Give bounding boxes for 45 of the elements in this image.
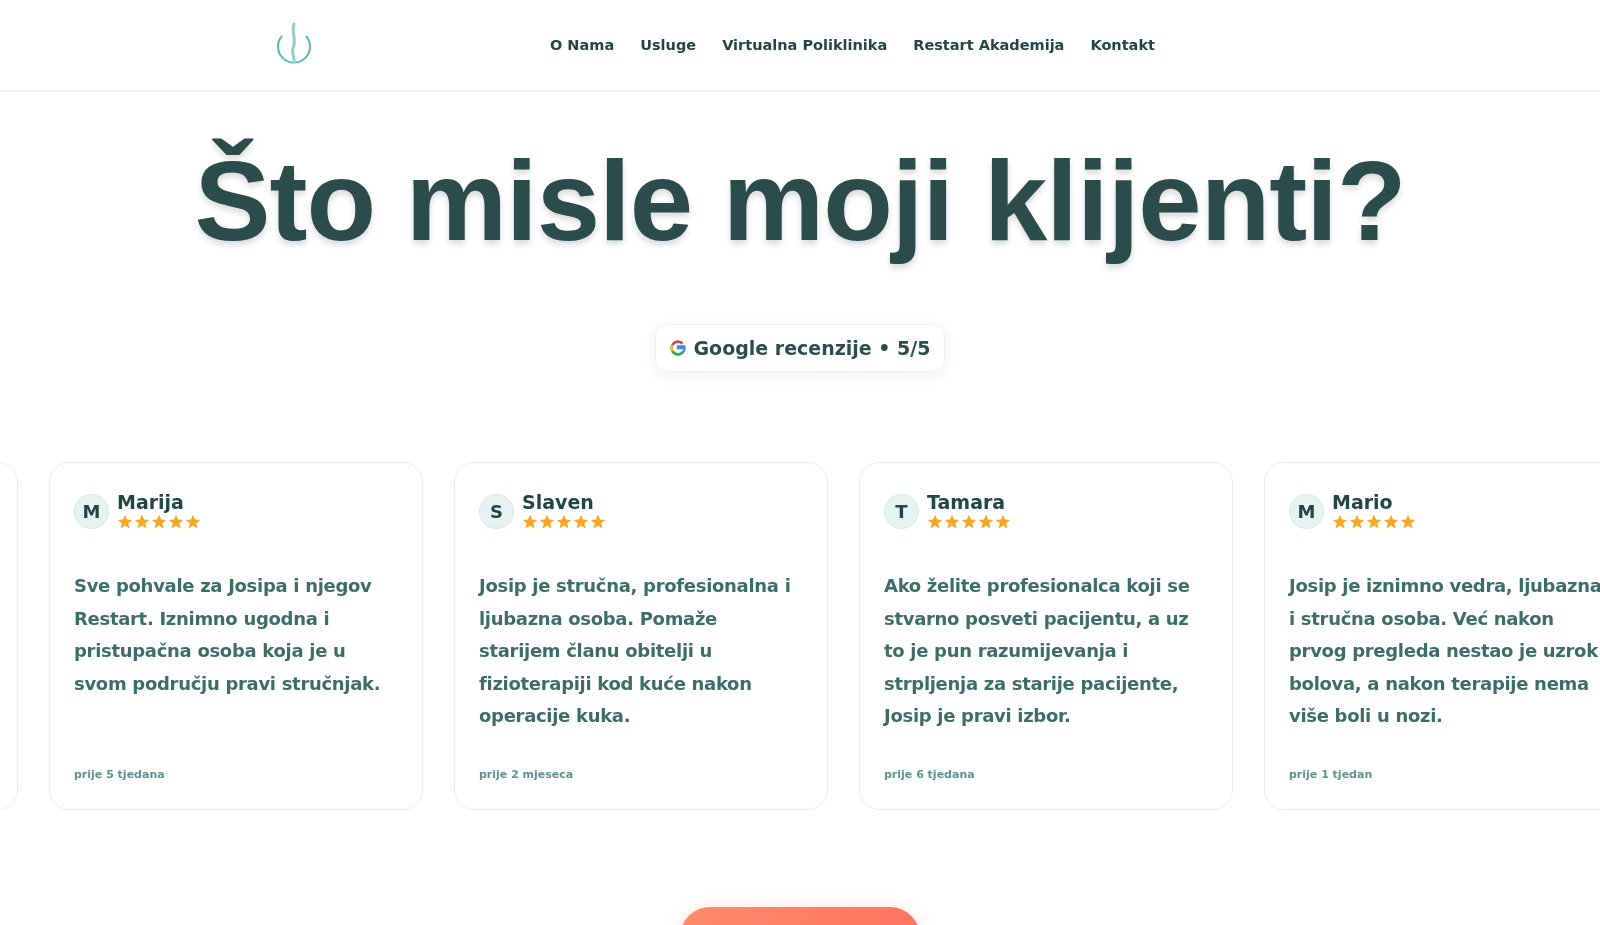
star-icon: [995, 514, 1011, 530]
star-icon: [168, 514, 184, 530]
google-rating-badge: Google recenzije • 5/5: [654, 324, 946, 372]
star-icon: [185, 514, 201, 530]
star-icon: [1383, 514, 1399, 530]
reviewer-name: Tamara: [927, 491, 1007, 513]
review-text: Sve pohvale za Josipa i njegov Restart. Iznimno ugodna i pristupačna osoba koja je u svom području pravi stručnjak.: [74, 574, 382, 696]
review-date: prije 1 tjedan: [1289, 768, 1374, 783]
spine-logo-icon[interactable]: [274, 22, 314, 66]
nav-link[interactable]: Usluge: [640, 37, 697, 53]
avatar-initial: M: [74, 494, 109, 529]
star-icon: [539, 514, 555, 530]
nav-link[interactable]: Restart Akademija: [913, 37, 1065, 53]
nav-link[interactable]: Kontakt: [1090, 37, 1155, 53]
page-heading: Što misle moji klijenti?: [193, 136, 1407, 266]
star-icon: [151, 514, 167, 530]
review-text: Ako želite profesionalca koji se stvarno posveti pacijentu, a uz to je pun razumijevanja i strpljenja za starije pacijente, Josip je pravi izbor.: [884, 574, 1191, 728]
nav-link[interactable]: O Nama: [550, 37, 615, 53]
avatar-initial: S: [479, 494, 514, 529]
avatar-initial: M: [1289, 494, 1324, 529]
star-icon: [1400, 514, 1416, 530]
avatar-initial: T: [884, 494, 919, 529]
star-icon: [573, 514, 589, 530]
reviewer-name: Marija: [117, 491, 185, 513]
review-text: Josip je iznimno vedra, ljubazna i stručna osoba. Već nakon prvog pregleda nestao je uzrok bolova, a nakon terapije nema više boli u nozi.: [1289, 574, 1600, 728]
star-icon: [117, 514, 133, 530]
star-icon: [1366, 514, 1382, 530]
nav-link[interactable]: Virtualna Poliklinika: [722, 37, 888, 53]
review-date: prije 2 mjeseca: [479, 768, 575, 783]
star-icon: [590, 514, 606, 530]
review-date: prije 6 tjedana: [884, 768, 976, 783]
reviewer-name: Slaven: [522, 491, 595, 513]
star-icon: [1349, 514, 1365, 530]
star-icon: [522, 514, 538, 530]
star-icon: [944, 514, 960, 530]
star-icon: [1332, 514, 1348, 530]
star-icon: [556, 514, 572, 530]
star-icon: [978, 514, 994, 530]
review-text: Josip je stručna, profesionalna i ljubazna osoba. Pomaže starijem članu obitelji u fizioterapiji kod kuće nakon operacije kuka.: [479, 574, 792, 728]
google-g-icon: [669, 340, 686, 356]
star-icon: [927, 514, 943, 530]
star-icon: [961, 514, 977, 530]
reviewer-name: Mario: [1332, 491, 1394, 513]
star-icon: [134, 514, 150, 530]
review-date: prije 5 tjedana: [74, 768, 166, 783]
